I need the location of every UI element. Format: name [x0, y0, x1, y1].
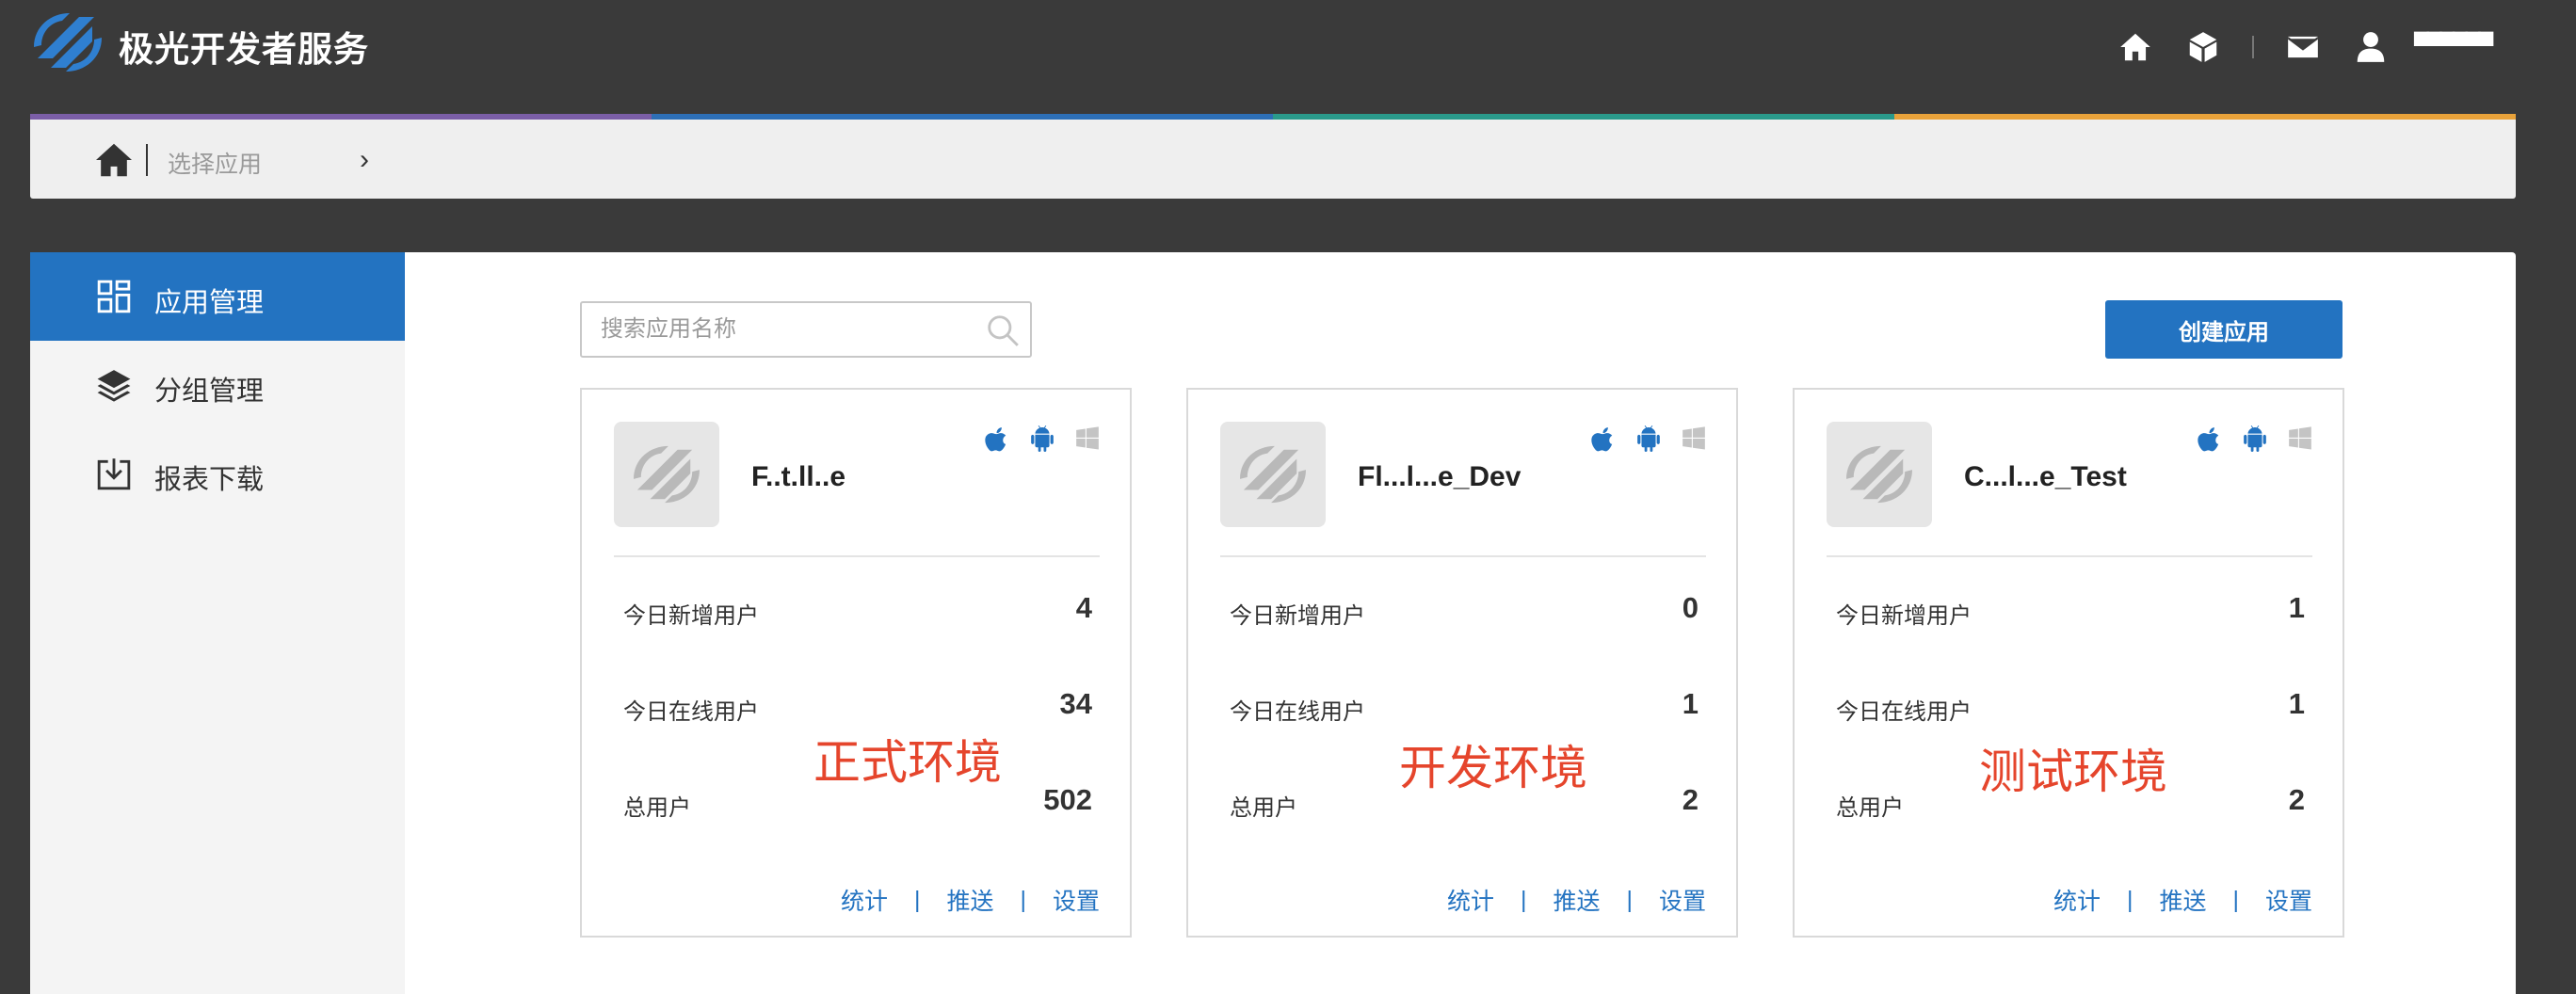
- android-icon: [2244, 425, 2266, 452]
- new-users-label: 今日新增用户: [1836, 603, 1972, 629]
- card-action-links: 统计 | 推送 | 设置: [2053, 883, 2312, 917]
- total-users-label: 总用户: [1230, 795, 1297, 821]
- link-separator: |: [2232, 886, 2239, 913]
- environment-annotation: 开发环境: [1399, 742, 1587, 794]
- search-input[interactable]: [582, 303, 977, 356]
- settings-link[interactable]: 设置: [2265, 883, 2312, 917]
- card-action-links: 统计 | 推送 | 设置: [1447, 883, 1706, 917]
- link-separator: |: [1520, 886, 1527, 913]
- search-box: [580, 301, 1032, 358]
- new-users-value: 4: [1075, 591, 1092, 624]
- link-separator: |: [1626, 886, 1633, 913]
- link-separator: |: [1020, 886, 1026, 913]
- stats-link[interactable]: 统计: [1447, 883, 1494, 917]
- stats-link[interactable]: 统计: [2053, 883, 2101, 917]
- environment-annotation: 正式环境: [813, 736, 1002, 789]
- header-divider: [2252, 36, 2255, 58]
- push-link[interactable]: 推送: [946, 883, 993, 917]
- android-icon: [1637, 425, 1660, 452]
- online-users-label: 今日在线用户: [1230, 699, 1365, 725]
- app-card-production: F..t.ll..e 今日新增用户 4 今日在线用户 34 总用户 502 正式…: [580, 388, 1132, 938]
- mail-icon[interactable]: [2282, 26, 2324, 68]
- windows-icon: [1682, 426, 1705, 450]
- sidebar-item-label: 分组管理: [154, 377, 265, 407]
- brand-title: 极光开发者服务: [119, 30, 369, 69]
- home-icon[interactable]: [2115, 26, 2156, 68]
- online-users-label: 今日在线用户: [1836, 699, 1972, 725]
- push-link[interactable]: 推送: [2159, 883, 2206, 917]
- sidebar-item-group-management[interactable]: 分组管理: [30, 341, 405, 429]
- app-name[interactable]: F..t.ll..e: [751, 461, 845, 493]
- total-users-value: 502: [1043, 783, 1092, 816]
- total-users-label: 总用户: [623, 795, 691, 821]
- windows-icon: [2289, 426, 2311, 450]
- jiguang-logo-icon: [34, 13, 102, 72]
- app-logo-icon[interactable]: [1220, 422, 1326, 527]
- windows-icon: [1076, 426, 1099, 450]
- card-divider: [1220, 555, 1706, 557]
- breadcrumb-home-icon[interactable]: [94, 142, 134, 178]
- breadcrumb: 选择应用 ›: [30, 120, 2516, 199]
- push-link[interactable]: 推送: [1553, 883, 1600, 917]
- card-action-links: 统计 | 推送 | 设置: [841, 883, 1100, 917]
- username[interactable]: ▀▀▀▀▀▀: [2414, 33, 2493, 61]
- online-users-value: 1: [1682, 687, 1699, 720]
- search-icon[interactable]: [985, 313, 1021, 348]
- breadcrumb-select-app[interactable]: 选择应用: [168, 146, 262, 180]
- apple-icon: [985, 427, 1006, 452]
- card-divider: [614, 555, 1100, 557]
- sidebar-item-app-management[interactable]: 应用管理: [30, 252, 405, 341]
- online-users-label: 今日在线用户: [623, 699, 759, 725]
- new-users-value: 1: [2288, 591, 2305, 624]
- settings-link[interactable]: 设置: [1053, 883, 1100, 917]
- sidebar: 应用管理 分组管理 报表下载: [30, 252, 405, 994]
- stats-link[interactable]: 统计: [841, 883, 888, 917]
- new-users-label: 今日新增用户: [623, 603, 759, 629]
- user-icon[interactable]: [2350, 26, 2391, 68]
- layers-icon: [96, 367, 132, 403]
- sidebar-item-report-download[interactable]: 报表下载: [30, 429, 405, 518]
- new-users-label: 今日新增用户: [1230, 603, 1365, 629]
- sidebar-item-label: 报表下载: [154, 465, 265, 495]
- platform-icons: [1591, 425, 1706, 452]
- app-logo-icon[interactable]: [1827, 422, 1932, 527]
- total-users-value: 2: [1682, 783, 1699, 816]
- grid-icon: [96, 279, 132, 314]
- settings-link[interactable]: 设置: [1659, 883, 1706, 917]
- new-users-value: 0: [1682, 591, 1699, 624]
- link-separator: |: [2126, 886, 2133, 913]
- app-name[interactable]: C...l...e_Test: [1964, 461, 2127, 493]
- android-icon: [1031, 425, 1054, 452]
- main-content: 创建应用 F..t.ll..e 今日新增用户 4 今日在线用户 34 总用户 5…: [405, 252, 2516, 994]
- create-app-button[interactable]: 创建应用: [2105, 300, 2343, 359]
- breadcrumb-separator: [146, 144, 148, 176]
- chevron-right-icon[interactable]: ›: [360, 144, 369, 176]
- cube-icon[interactable]: [2182, 26, 2224, 68]
- app-logo-icon[interactable]: [614, 422, 719, 527]
- sidebar-item-label: 应用管理: [154, 288, 265, 318]
- online-users-value: 34: [1059, 687, 1092, 720]
- apple-icon: [2198, 427, 2219, 452]
- platform-icons: [985, 425, 1100, 452]
- top-header: 极光开发者服务 ▀▀▀▀▀▀: [0, 0, 2576, 115]
- app-card-dev: Fl...l...e_Dev 今日新增用户 0 今日在线用户 1 总用户 2 开…: [1186, 388, 1738, 938]
- apple-icon: [1591, 427, 1613, 452]
- environment-annotation: 测试环境: [1979, 746, 2167, 798]
- online-users-value: 1: [2288, 687, 2305, 720]
- app-name[interactable]: Fl...l...e_Dev: [1358, 461, 1521, 493]
- link-separator: |: [913, 886, 921, 913]
- total-users-value: 2: [2288, 783, 2305, 816]
- app-card-test: C...l...e_Test 今日新增用户 1 今日在线用户 1 总用户 2 测…: [1793, 388, 2344, 938]
- download-icon: [96, 456, 132, 491]
- top-icon-group: ▀▀▀▀▀▀: [2115, 26, 2493, 68]
- total-users-label: 总用户: [1836, 795, 1904, 821]
- card-divider: [1827, 555, 2312, 557]
- platform-icons: [2198, 425, 2312, 452]
